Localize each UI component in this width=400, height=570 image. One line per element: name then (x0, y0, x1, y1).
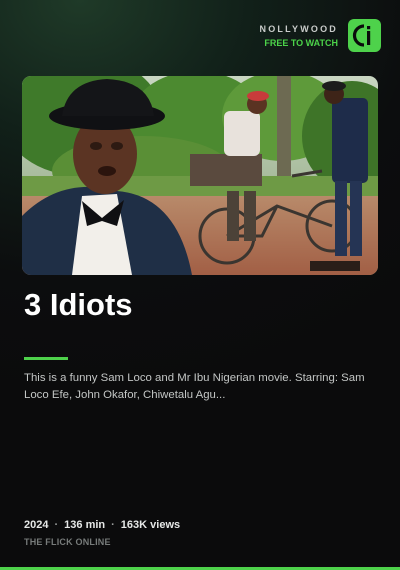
movie-description: This is a funny Sam Loco and Mr Ibu Nige… (24, 372, 365, 401)
brand-name: NOLLYWOOD (259, 23, 338, 34)
accent-divider (24, 357, 68, 360)
brand-header: NOLLYWOOD FREE TO WATCH (260, 19, 381, 52)
movie-duration: 136 min (64, 519, 106, 531)
ci-logo-icon (348, 19, 381, 52)
movie-meta: 2024 · 136 min · 163K views (24, 519, 180, 531)
brand-tagline: FREE TO WATCH (264, 37, 338, 48)
movie-source: THE FLICK ONLINE (24, 537, 111, 547)
movie-thumbnail[interactable] (22, 76, 378, 275)
movie-card[interactable]: NOLLYWOOD FREE TO WATCH 3 Idiots This is… (0, 0, 400, 570)
movie-title[interactable]: 3 Idiots (24, 287, 133, 323)
movie-views: 163K views (120, 519, 181, 531)
meta-separator: · (54, 519, 59, 531)
brand-text: NOLLYWOOD FREE TO WATCH (260, 24, 338, 48)
meta-separator: · (111, 519, 115, 531)
movie-year: 2024 (24, 519, 49, 531)
